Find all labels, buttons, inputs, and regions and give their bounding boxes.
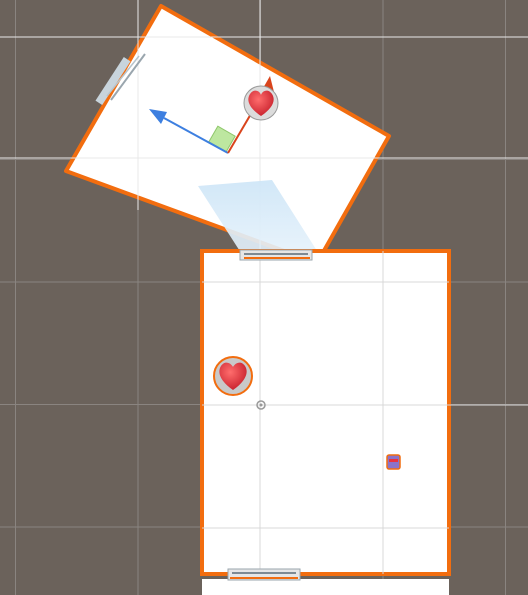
scene-view[interactable]: [0, 0, 528, 595]
room-main-fill[interactable]: [200, 249, 451, 576]
heart-pickup-top[interactable]: [243, 85, 279, 121]
pivot-dot: [259, 403, 263, 407]
door-top[interactable]: [239, 249, 313, 261]
heart-pickup-left[interactable]: [213, 356, 253, 396]
scene-canvas[interactable]: [0, 0, 528, 595]
room-floor-strip: [202, 579, 449, 595]
small-item[interactable]: [386, 454, 401, 470]
gem-highlight: [389, 459, 398, 462]
door-bottom[interactable]: [227, 568, 301, 581]
